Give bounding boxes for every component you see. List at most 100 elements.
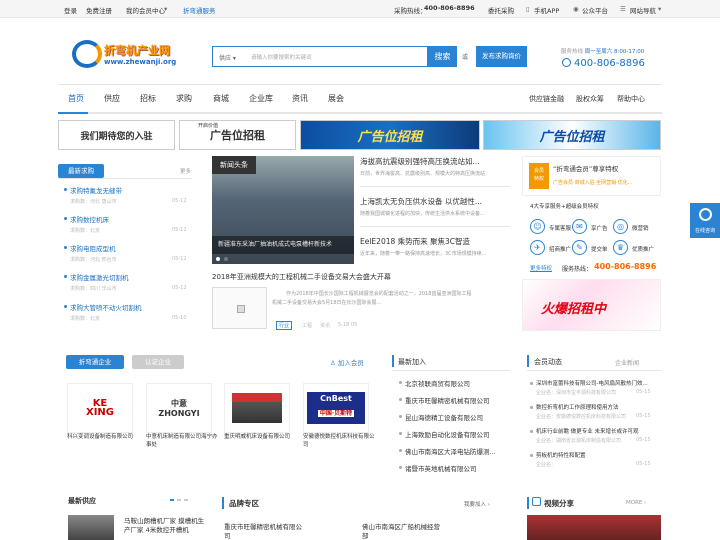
list-item[interactable]: 上海致励自动化设备有限公司 — [405, 429, 490, 439]
carousel-dot[interactable] — [216, 257, 220, 261]
list-item[interactable]: 昆山海德精工设备有限公司 — [405, 412, 483, 422]
tag[interactable]: 行业 — [276, 321, 293, 330]
login-link[interactable]: 登录 — [64, 5, 77, 15]
list-item[interactable]: 求购电阻成型机 — [70, 243, 116, 253]
company-logo[interactable] — [224, 383, 290, 433]
news-title[interactable]: EelE2018 乘势而来 聚焦3C智造 — [360, 236, 470, 247]
more-privileges-link[interactable]: 更多特权 — [530, 264, 552, 272]
list-item[interactable]: 深圳市富蕾科技有限公司-电风扇风散热门效... — [536, 379, 660, 387]
product-thumb[interactable] — [68, 515, 114, 540]
tag[interactable]: 资讯 — [320, 322, 330, 329]
company-name[interactable]: 中意机床制造有限公司海宁办事处 — [146, 433, 218, 449]
list-item[interactable]: 求购数控机床 — [70, 214, 109, 224]
nav-home[interactable]: 首页 — [68, 93, 84, 104]
logo-url: www.zhewanji.org — [104, 58, 177, 66]
tab-zhewan-enterprises[interactable]: 折弯通企业 — [66, 355, 124, 369]
search-button[interactable]: 搜索 — [428, 46, 457, 67]
ad-text: 广告位招租 — [484, 121, 660, 149]
video-more-link[interactable]: MORE › — [626, 500, 646, 506]
news-thumb[interactable] — [212, 287, 267, 329]
tab-certified-enterprises[interactable]: 认证企业 — [132, 355, 184, 369]
brand-company[interactable]: 佛山市南海区广船机械经营部 — [362, 523, 446, 540]
ad-banner-4[interactable]: 广告位招租 — [483, 120, 661, 150]
company-logo[interactable]: 中意 ZHONGYI — [146, 383, 212, 433]
nav-mall[interactable]: 商城 — [213, 93, 229, 104]
list-item[interactable]: 北京祯联商贸有限公司 — [405, 378, 470, 388]
list-item[interactable]: 机床行业前瞻 做更专业 未来增长或许可观 — [536, 427, 660, 435]
red-ad-banner[interactable]: 火爆招租中 — [522, 279, 661, 331]
ad-top-text: 开启价值 — [198, 123, 219, 129]
kexing-logo-icon: KE XING — [85, 398, 114, 418]
news-title[interactable]: 上海凯太无负压供水设备 以优越性... — [360, 196, 482, 207]
ad-icon[interactable]: ✉ — [572, 219, 587, 234]
ad-banner-3[interactable]: 广告位招租 — [300, 120, 480, 150]
logo-name[interactable]: 折弯机产业网 — [104, 42, 170, 58]
ad-text: 广告位招租 — [301, 121, 479, 149]
service-link[interactable]: 折弯通服务 — [183, 5, 216, 15]
nav-supply[interactable]: 供应 — [104, 93, 120, 104]
quality-icon[interactable]: ♛ — [613, 240, 628, 255]
nav-tender[interactable]: 招标 — [140, 93, 156, 104]
list-item[interactable]: 求购金属激光切割机 — [70, 272, 129, 282]
broken-image-icon — [237, 305, 245, 313]
nav-buy[interactable]: 求购 — [176, 93, 192, 104]
search-placeholder: 请输入你要搜索的关键词 — [251, 55, 312, 61]
company-news-link[interactable]: 企业新闻 — [615, 358, 639, 367]
carousel-dot[interactable] — [224, 257, 228, 261]
list-item[interactable]: 剪板机的特性和配置 — [536, 451, 586, 459]
video-thumb[interactable] — [527, 515, 661, 540]
list-item[interactable]: 佛山市南海区大泽电钻防爆测... — [405, 446, 496, 456]
company-logo[interactable]: KE XING — [67, 383, 133, 433]
member-news-title: 会员动态 — [534, 358, 562, 366]
main-nav: 首页 供应 招标 求购 商城 企业库 资讯 展会 供应链金融 股权众筹 帮助中心 — [58, 84, 662, 114]
promo-icon[interactable]: ✈ — [530, 240, 545, 255]
company-name[interactable]: 重庆明威机床设备有限公司 — [224, 433, 296, 441]
site-nav-link[interactable]: 网站导航 — [630, 5, 656, 15]
logo-icon[interactable] — [72, 40, 102, 68]
news-desc: 作为2018年中国长沙国际工程机械展览会的配套活动之一，2018首届亚洲国际工程 — [286, 291, 472, 297]
vip-hotline: 400-806-8896 — [594, 262, 657, 271]
publish-request-button[interactable]: 发布求购询价 — [476, 46, 527, 67]
nav-help[interactable]: 帮助中心 — [617, 94, 645, 104]
company-name[interactable]: 科兴变调设备制造有限公司 — [67, 433, 139, 441]
wechat-icon[interactable]: ◎ — [613, 219, 628, 234]
tab-latest-buy[interactable]: 最新求购 — [58, 164, 104, 178]
headline-image[interactable]: 新闻头条 新疆准东采油厂抽油机成式电泵槽杆新技术 — [212, 156, 354, 264]
register-link[interactable]: 免费注册 — [86, 5, 112, 15]
nav-companies[interactable]: 企业库 — [249, 93, 273, 104]
ad-banner-2[interactable]: 开启价值 广告位招租 — [179, 120, 296, 150]
list-item[interactable]: 求购特氟龙无缝带 — [70, 185, 122, 195]
headline-caption: 新疆准东采油厂抽油机成式电泵槽杆新技术 — [212, 236, 354, 254]
tag[interactable]: 工程 — [302, 322, 312, 329]
ad-banner-1[interactable]: 我们期待您的入驻 — [58, 120, 175, 150]
more-link[interactable]: 更多 — [180, 167, 191, 175]
company-logo[interactable]: CnBest 中国·贝斯特 — [303, 383, 369, 433]
submit-icon[interactable]: ✎ — [572, 240, 587, 255]
product-title[interactable]: 马鞍山朗槽机厂家 摸槽机生产厂家 4米数控开槽机 — [124, 517, 208, 535]
entrust-link[interactable]: 委托采购 — [488, 5, 514, 15]
nav-expo[interactable]: 展会 — [328, 93, 344, 104]
search-category-select[interactable]: 供应 ▾ — [219, 53, 236, 62]
vip-banner[interactable]: 会员 特权 “折弯通会员”尊享特权 广告会员·商城入驻·全网营销·优化... — [522, 156, 661, 196]
company-name[interactable]: 安徽德悦数控机床科技有限公司 — [303, 433, 375, 449]
big-news-title[interactable]: 2018年亚洲规模大的工程机械二手设备交易大会盛大开幕 — [212, 272, 391, 282]
join-member-link[interactable]: ♙ 加入会员 — [330, 357, 364, 367]
list-item[interactable]: 诸暨市英地机械有限公司 — [405, 463, 477, 473]
list-item[interactable]: 求购大管喷不动火切割机 — [70, 302, 142, 312]
list-item[interactable]: 数控折弯机的工作原理和使用方法 — [536, 403, 619, 411]
nav-news[interactable]: 资讯 — [292, 93, 308, 104]
member-center-link[interactable]: 我的会员中心 — [126, 5, 165, 15]
brand-company[interactable]: 重庆市旺馨精密机械有限公司 — [224, 523, 308, 540]
customer-service-icon[interactable]: ☺ — [530, 219, 545, 234]
nav-finance[interactable]: 供应链金融 — [529, 94, 564, 104]
online-consult-button[interactable]: 在线咨询 — [690, 203, 720, 238]
nav-crowdfund[interactable]: 股权众筹 — [576, 94, 604, 104]
search-input[interactable]: 供应 ▾ 请输入你要搜索的关键词 — [212, 46, 428, 67]
news-title[interactable]: 海拔高抗震级别强特高压换流站如... — [360, 156, 480, 167]
public-link[interactable]: 公众平台 — [582, 5, 608, 15]
join-link[interactable]: 我要加入 › — [464, 500, 490, 508]
list-item[interactable]: 重庆市旺馨精密机械有限公司 — [405, 395, 490, 405]
app-link[interactable]: 手机APP — [534, 5, 559, 15]
service-phone: 400-806-8896 — [574, 58, 645, 69]
vip-hotline-label: 服务热线： — [562, 266, 593, 273]
